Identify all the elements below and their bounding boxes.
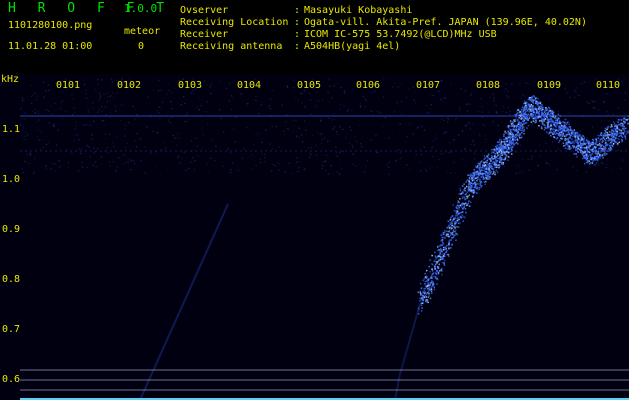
info-row-antenna: Receiving antenna : A504HB(yagi 4el) — [180, 41, 587, 53]
meteor-label: meteor — [124, 26, 161, 37]
spectrogram-display: kHz 1.1 1.0 0.9 0.8 0.7 0.6 0101 0102 01… — [0, 74, 629, 400]
info-separator: : — [294, 5, 301, 16]
observation-datetime: 11.01.28 01:00 — [8, 41, 93, 52]
info-value: Ogata-vill. Akita-Pref. JAPAN (139.96E, … — [304, 17, 587, 28]
file-name: 1101280100.png — [8, 20, 93, 31]
spectrogram-canvas — [20, 78, 629, 400]
y-tick-label: 0.9 — [2, 224, 21, 235]
info-separator: : — [294, 17, 301, 28]
time-tick-label: 0109 — [537, 80, 562, 91]
doppler-trace — [417, 95, 629, 315]
y-tick-label: 1.1 — [2, 124, 21, 135]
info-label: Receiving Location — [180, 17, 289, 28]
info-label: Receiving antenna — [180, 41, 283, 52]
info-label: Ovserver — [180, 5, 229, 16]
y-tick-label: 0.7 — [2, 324, 21, 335]
info-separator: : — [294, 41, 301, 52]
y-tick-label: 0.8 — [2, 274, 21, 285]
info-value: A504HB(yagi 4el) — [304, 41, 401, 52]
y-tick-label: 1.0 — [2, 174, 21, 185]
time-tick-label: 0104 — [237, 80, 262, 91]
time-tick-label: 0103 — [178, 80, 203, 91]
time-tick-label: 0108 — [476, 80, 501, 91]
time-tick-label: 0107 — [416, 80, 441, 91]
faint-trace-extension — [394, 303, 421, 400]
time-tick-label: 0105 — [297, 80, 322, 91]
time-tick-label: 0102 — [117, 80, 142, 91]
info-row-observer: Ovserver : Masayuki Kobayashi — [180, 5, 587, 17]
station-info: Ovserver : Masayuki Kobayashi Receiving … — [180, 5, 587, 53]
frequency-unit-label: kHz — [1, 74, 20, 85]
faint-drift-trace — [139, 203, 229, 400]
noise-band — [20, 78, 626, 176]
info-separator: : — [294, 29, 301, 40]
time-tick-label: 0110 — [596, 80, 621, 91]
meteor-count: 0 — [138, 41, 145, 52]
y-tick-label: 0.6 — [2, 374, 21, 385]
info-row-location: Receiving Location : Ogata-vill. Akita-P… — [180, 17, 587, 29]
time-tick-label: 0106 — [356, 80, 381, 91]
info-label: Receiver — [180, 29, 229, 40]
app-version: 1.0.0 — [124, 2, 158, 15]
info-value: Masayuki Kobayashi — [304, 5, 413, 16]
time-tick-label: 0101 — [56, 80, 81, 91]
info-value: ICOM IC-575 53.7492(@LCD)MHz USB — [304, 29, 497, 40]
header: H R O F F T 1.0.0 1101280100.png 11.01.2… — [0, 0, 629, 74]
info-row-receiver: Receiver : ICOM IC-575 53.7492(@LCD)MHz … — [180, 29, 587, 41]
